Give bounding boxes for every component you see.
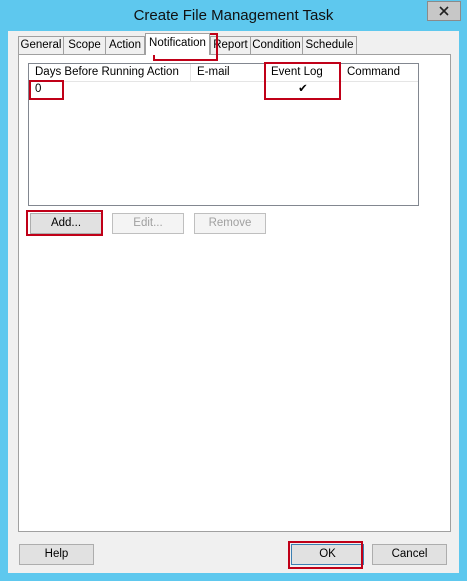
remove-button[interactable]: Remove xyxy=(194,213,266,234)
tab-general[interactable]: General xyxy=(18,36,64,54)
cell-email xyxy=(191,82,265,98)
window-title: Create File Management Task xyxy=(133,7,334,24)
dialog-client-area: General Scope Action Notification Report… xyxy=(8,31,459,573)
edit-button[interactable]: Edit... xyxy=(112,213,184,234)
check-icon: ✔ xyxy=(298,83,308,95)
tab-notification[interactable]: Notification xyxy=(145,33,210,55)
column-event-log[interactable]: Event Log xyxy=(265,64,341,81)
tab-schedule[interactable]: Schedule xyxy=(302,36,357,54)
help-button[interactable]: Help xyxy=(19,544,94,565)
notification-tab-panel: Days Before Running Action E-mail Event … xyxy=(18,54,451,532)
dialog-window: Create File Management Task General Scop… xyxy=(0,0,467,581)
close-button[interactable] xyxy=(427,1,461,21)
add-button[interactable]: Add... xyxy=(30,213,102,234)
tab-scope[interactable]: Scope xyxy=(63,36,106,54)
tab-report[interactable]: Report xyxy=(210,36,251,54)
column-command[interactable]: Command xyxy=(341,64,418,81)
table-row[interactable]: 0 ✔ xyxy=(29,82,418,98)
cell-command xyxy=(341,82,418,98)
ok-button[interactable]: OK xyxy=(291,544,364,565)
close-icon xyxy=(439,6,449,16)
list-header: Days Before Running Action E-mail Event … xyxy=(29,64,418,82)
column-days-before-running-action[interactable]: Days Before Running Action xyxy=(29,64,191,81)
cell-days: 0 xyxy=(35,83,42,95)
tab-action[interactable]: Action xyxy=(105,36,145,54)
column-email[interactable]: E-mail xyxy=(191,64,265,81)
title-bar[interactable]: Create File Management Task xyxy=(0,0,467,31)
notification-list[interactable]: Days Before Running Action E-mail Event … xyxy=(28,63,419,206)
cancel-button[interactable]: Cancel xyxy=(372,544,447,565)
tab-condition[interactable]: Condition xyxy=(250,36,303,54)
